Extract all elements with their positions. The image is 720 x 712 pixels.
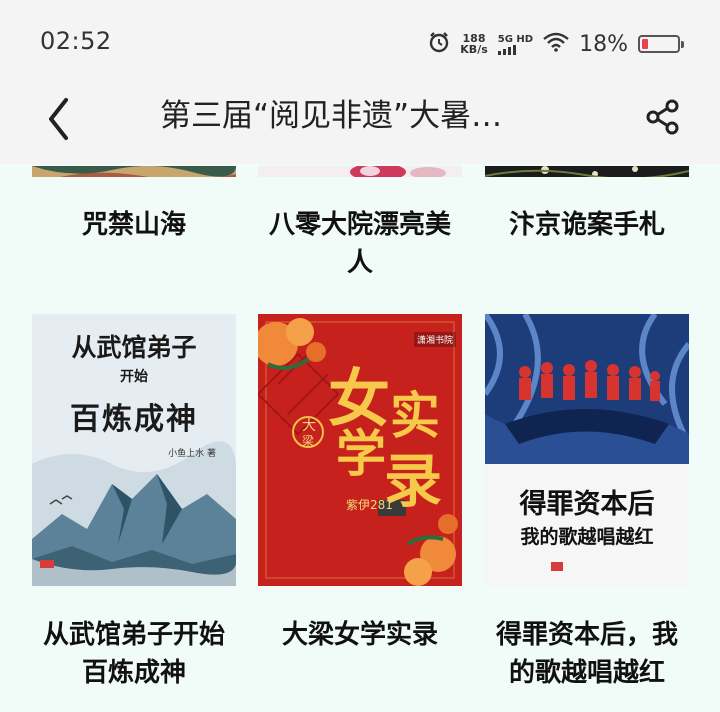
top-nav-bar: 第三届“阅见非遗”大暑… <box>0 84 720 164</box>
wifi-icon <box>543 32 569 56</box>
network-type: 5G HD <box>497 33 534 45</box>
status-time: 02:52 <box>40 27 112 55</box>
book-cover-partial[interactable] <box>258 164 462 177</box>
book-title[interactable]: 咒禁山海 <box>32 206 236 244</box>
back-button[interactable] <box>38 96 78 142</box>
book-cover[interactable]: 从武馆弟子 开始 百炼成神 小鱼上水 著 <box>32 314 236 586</box>
cover-title-line: 从武馆弟子 <box>71 333 197 362</box>
share-button[interactable] <box>644 98 682 136</box>
book-cover[interactable]: 得罪资本后 我的歌越唱越红 <box>485 314 689 586</box>
cover-title-line: 得罪资本后 <box>519 489 655 520</box>
battery-level <box>642 39 648 49</box>
cover-author: 紫伊281 <box>346 498 393 512</box>
cover-title-line: 百炼成神 <box>70 402 198 437</box>
cover-author: 小鱼上水 著 <box>168 449 216 459</box>
battery-icon <box>638 35 684 53</box>
chevron-left-icon <box>49 98 68 140</box>
signal-bars-icon <box>497 44 533 55</box>
book-title[interactable]: 大梁女学实录 <box>258 616 462 654</box>
cellular-signal: 5G HD <box>497 33 534 55</box>
cover-publisher: 潇湘书院 <box>413 332 456 347</box>
cover-seal-char: 梁 <box>302 434 315 448</box>
alarm-icon <box>428 31 450 57</box>
book-cover-partial[interactable] <box>32 164 236 177</box>
cover-title-line: 开始 <box>120 369 148 385</box>
page-title: 第三届“阅见非遗”大暑… <box>160 98 503 134</box>
book-title[interactable]: 汴京诡案手札 <box>485 206 689 244</box>
book-cover[interactable]: 潇湘书院 大 梁 女 实 学 录 紫伊281 <box>258 314 462 586</box>
share-icon <box>646 99 679 135</box>
book-cover-partial[interactable] <box>485 164 689 177</box>
status-bar: 02:52 188 KB/s 5G HD 18% <box>0 0 720 84</box>
status-icons: 188 KB/s 5G HD 18% <box>428 28 684 60</box>
net-speed-unit: KB/s <box>460 43 488 56</box>
book-title[interactable]: 八零大院漂亮美人 <box>258 206 462 282</box>
net-speed: 188 KB/s <box>460 33 487 55</box>
book-title[interactable]: 得罪资本后，我的歌越唱越红 <box>485 616 689 692</box>
cover-title-char: 学 <box>336 424 386 483</box>
battery-percent: 18% <box>579 31 628 57</box>
cover-title-line: 我的歌越唱越红 <box>520 526 654 548</box>
book-title[interactable]: 从武馆弟子开始百炼成神 <box>32 616 236 692</box>
